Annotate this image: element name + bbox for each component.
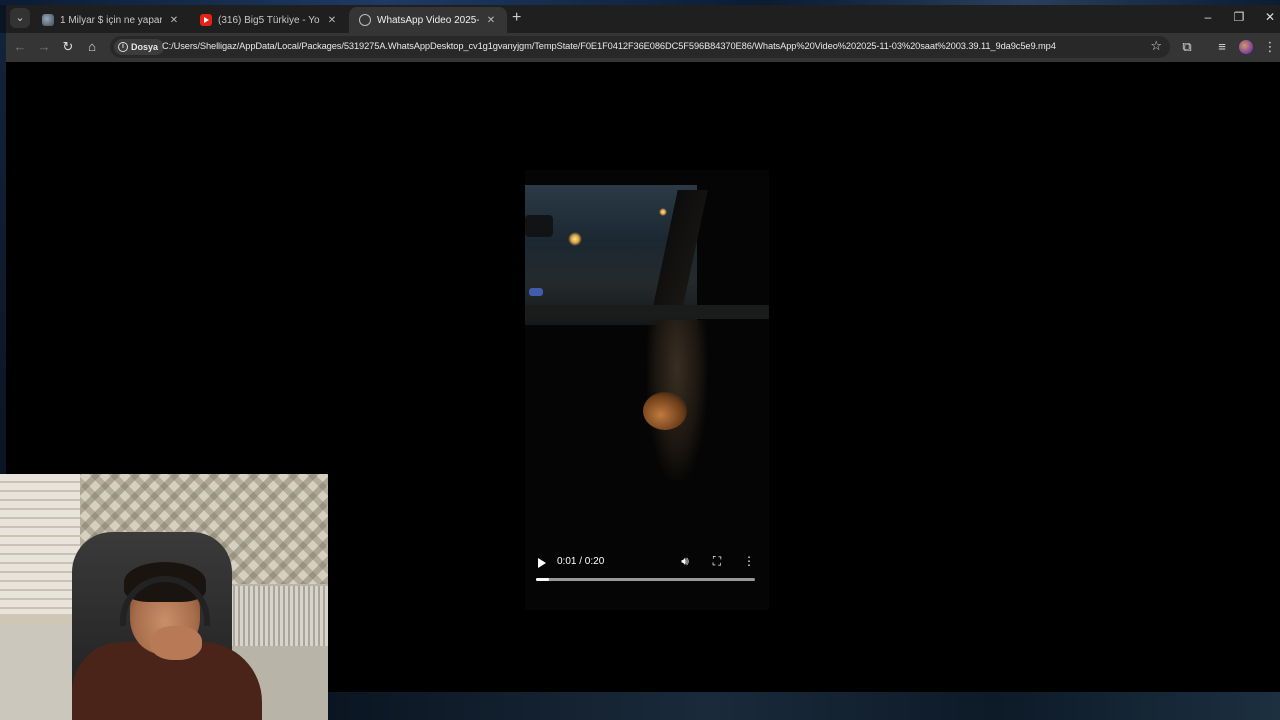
browser-tab-strip: ⌄ 1 Milyar $ için ne yaparsın? - Ti ✕ (3… bbox=[6, 5, 1280, 33]
play-icon[interactable] bbox=[538, 558, 546, 568]
webcam-overlay bbox=[0, 474, 328, 720]
tab-1-milyar[interactable]: 1 Milyar $ için ne yaparsın? - Ti ✕ bbox=[32, 7, 190, 33]
video-frame[interactable] bbox=[525, 170, 769, 610]
minimize-icon[interactable]: – bbox=[1194, 10, 1222, 24]
extensions-puzzle-icon[interactable]: ⧉ bbox=[1179, 39, 1195, 55]
close-icon[interactable]: ✕ bbox=[168, 15, 180, 26]
tab-title: 1 Milyar $ için ne yaparsın? - Ti bbox=[60, 14, 162, 26]
media-control-icon[interactable]: ≡ bbox=[1214, 39, 1230, 55]
video-controls: 0:01 / 0:20 🔊︎ ⛶ ⋮ bbox=[536, 554, 756, 584]
window-close-icon[interactable]: ✕ bbox=[1256, 10, 1280, 24]
video-streetlight bbox=[659, 208, 667, 216]
site-info-chip[interactable]: i Dosya bbox=[114, 39, 165, 55]
tab-youtube[interactable]: (316) Big5 Türkiye - YouTube ✕ bbox=[190, 7, 348, 33]
forward-arrow-icon[interactable]: → bbox=[36, 39, 52, 55]
thumbnail-icon bbox=[42, 14, 54, 26]
close-icon[interactable]: ✕ bbox=[326, 15, 338, 26]
reload-icon[interactable]: ↻ bbox=[60, 39, 76, 55]
fullscreen-icon[interactable]: ⛶ bbox=[709, 554, 725, 569]
seek-bar[interactable] bbox=[536, 578, 755, 581]
new-tab-plus-icon[interactable]: + bbox=[512, 9, 521, 27]
menu-kebab-icon[interactable]: ⋮ bbox=[1262, 39, 1278, 55]
url-text[interactable]: C:/Users/Shelligaz/AppData/Local/Package… bbox=[162, 41, 1056, 51]
video-rearview-mirror bbox=[525, 215, 553, 237]
video-blue-light bbox=[529, 288, 543, 296]
tab-title: (316) Big5 Türkiye - YouTube bbox=[218, 14, 320, 26]
webcam-radiator bbox=[230, 586, 328, 646]
close-icon[interactable]: ✕ bbox=[485, 15, 497, 26]
browser-toolbar: ← → ↻ ⌂ i Dosya C:/Users/Shelligaz/AppDa… bbox=[6, 33, 1280, 62]
time-display: 0:01 / 0:20 bbox=[557, 556, 605, 567]
video-dashboard bbox=[525, 305, 769, 319]
volume-icon[interactable]: 🔊︎ bbox=[677, 554, 693, 569]
info-icon: i bbox=[118, 42, 128, 52]
youtube-icon bbox=[200, 14, 212, 26]
video-hand bbox=[643, 392, 687, 430]
more-options-icon[interactable]: ⋮ bbox=[741, 554, 757, 568]
profile-avatar-icon[interactable] bbox=[1239, 40, 1253, 54]
restore-icon[interactable]: ❐ bbox=[1225, 10, 1253, 24]
globe-icon bbox=[359, 14, 371, 26]
back-arrow-icon[interactable]: ← bbox=[12, 39, 28, 55]
scheme-label: Dosya bbox=[131, 42, 159, 52]
tab-search-chevron-icon[interactable]: ⌄ bbox=[10, 8, 30, 28]
address-bar[interactable]: i Dosya C:/Users/Shelligaz/AppData/Local… bbox=[110, 36, 1170, 58]
desktop-wallpaper-bottom bbox=[328, 692, 1280, 720]
webcam-window-blinds bbox=[0, 474, 80, 614]
home-icon[interactable]: ⌂ bbox=[84, 39, 100, 55]
bookmark-star-icon[interactable]: ☆ bbox=[1150, 38, 1162, 54]
video-streetlight bbox=[568, 232, 582, 246]
tab-whatsapp-video[interactable]: WhatsApp Video 2025-11-03 sa ✕ bbox=[349, 7, 507, 33]
webcam-person-hand bbox=[150, 626, 202, 660]
tab-title: WhatsApp Video 2025-11-03 sa bbox=[377, 14, 479, 26]
seek-progress bbox=[536, 578, 550, 581]
